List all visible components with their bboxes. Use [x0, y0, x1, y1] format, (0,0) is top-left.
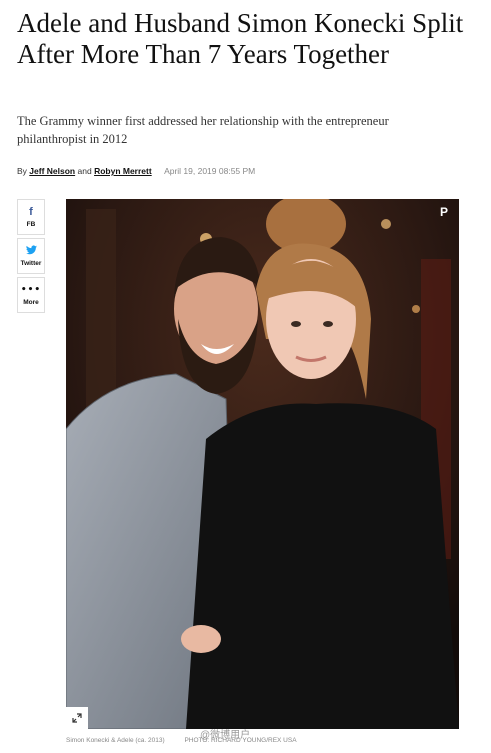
facebook-icon: f — [29, 206, 33, 218]
pinterest-icon[interactable]: P — [437, 205, 451, 219]
twitter-icon — [25, 245, 37, 258]
byline: By Jeff Nelson and Robyn Merrett April 1… — [17, 166, 477, 176]
share-rail: f FB Twitter ••• More — [17, 199, 47, 316]
caption-text: Simon Konecki & Adele (ca. 2013) — [66, 737, 165, 744]
more-icon: ••• — [20, 285, 42, 295]
watermark: @微博用户 — [200, 730, 251, 741]
share-more-button[interactable]: ••• More — [17, 277, 45, 313]
share-facebook-button[interactable]: f FB — [17, 199, 45, 235]
photo-illustration — [66, 199, 459, 729]
share-twitter-button[interactable]: Twitter — [17, 238, 45, 274]
expand-icon[interactable] — [66, 707, 88, 729]
author-link-1[interactable]: Jeff Nelson — [29, 166, 75, 176]
byline-prefix: By — [17, 166, 27, 176]
photo-caption: Simon Konecki & Adele (ca. 2013) PHOTO: … — [66, 737, 466, 744]
article-photo[interactable]: P — [66, 199, 459, 729]
publish-date: April 19, 2019 08:55 PM — [164, 166, 256, 176]
share-more-label: More — [23, 299, 39, 306]
share-twitter-label: Twitter — [20, 260, 42, 267]
author-link-2[interactable]: Robyn Merrett — [94, 166, 152, 176]
article-dek: The Grammy winner first addressed her re… — [17, 114, 389, 146]
byline-conjunction: and — [77, 166, 92, 176]
article-headline: Adele and Husband Simon Konecki Split Af… — [17, 8, 464, 69]
share-facebook-label: FB — [26, 221, 36, 228]
